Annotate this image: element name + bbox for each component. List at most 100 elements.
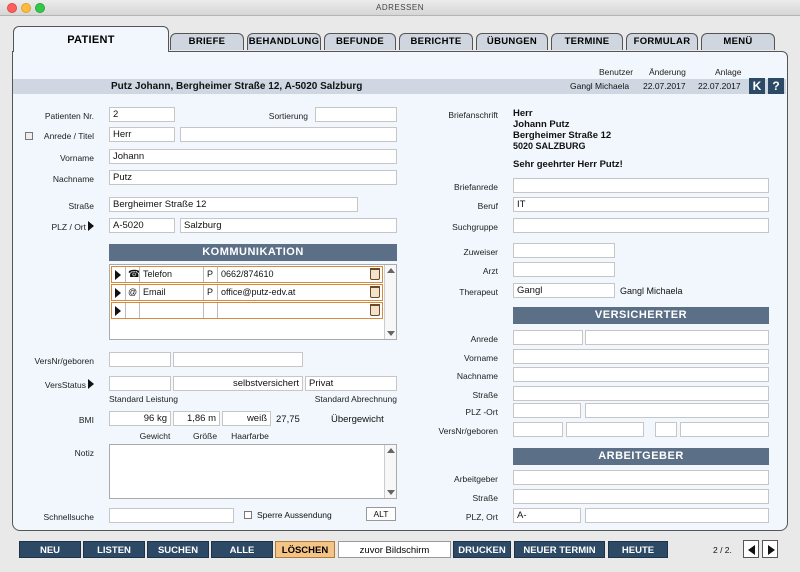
heute-button[interactable]: HEUTE	[608, 541, 668, 558]
scroll-up-icon[interactable]	[387, 448, 395, 453]
prev-record-button[interactable]	[743, 540, 759, 558]
row-handle[interactable]	[112, 285, 126, 300]
tab-formular[interactable]: FORMULAR	[626, 33, 698, 50]
listen-button[interactable]: LISTEN	[83, 541, 145, 558]
vers-ort-field[interactable]	[585, 403, 769, 418]
versnr-field[interactable]	[109, 352, 171, 367]
schnellsuche-field[interactable]	[109, 508, 234, 523]
sortierung-label: Sortierung	[268, 111, 308, 121]
groesse-field[interactable]: 1,86 m	[173, 411, 220, 426]
tab-berichte[interactable]: BERICHTE	[399, 33, 473, 50]
komm-value[interactable]: office@putz-edv.at	[218, 285, 368, 300]
sperre-aussendung-checkbox[interactable]	[244, 511, 252, 519]
tab-patient[interactable]: PATIENT	[13, 26, 169, 52]
alt-button[interactable]: ALT	[366, 507, 396, 521]
scroll-down-icon[interactable]	[387, 331, 395, 336]
ag-strasse-field[interactable]	[513, 489, 769, 504]
gewicht-field[interactable]: 96 kg	[109, 411, 171, 426]
haarfarbe-field[interactable]: weiß	[222, 411, 271, 426]
neuer-termin-button[interactable]: NEUER TERMIN	[514, 541, 605, 558]
neu-button[interactable]: NEU	[19, 541, 81, 558]
help-button[interactable]: ?	[768, 78, 784, 94]
abrechnung-field[interactable]: Privat	[305, 376, 397, 391]
vers-plz-field[interactable]	[513, 403, 581, 418]
tab-termine[interactable]: TERMINE	[551, 33, 623, 50]
vers-titel-field[interactable]	[585, 330, 769, 345]
zuweiser-field[interactable]	[513, 243, 615, 258]
row-arrow-icon	[115, 288, 121, 298]
vers-nachname-field[interactable]	[513, 367, 769, 382]
vers-versnr-field[interactable]	[513, 422, 563, 437]
header-aenderung: 22.07.2017	[643, 81, 686, 91]
plz-lookup-arrow-icon[interactable]	[88, 221, 94, 231]
brief-line: Bergheimer Straße 12	[513, 130, 612, 141]
header-benutzer: Gangl Michaela	[570, 81, 630, 91]
ag-plz-field[interactable]: A-	[513, 508, 581, 523]
vers-anrede-label: Anrede	[470, 334, 498, 344]
header-col-anlage: Anlage	[715, 67, 742, 77]
trash-icon[interactable]	[370, 268, 380, 280]
arzt-field[interactable]	[513, 262, 615, 277]
header-anlage: 22.07.2017	[698, 81, 741, 91]
tab-uebungen[interactable]: ÜBUNGEN	[476, 33, 548, 50]
versstatus-arrow-icon[interactable]	[88, 379, 94, 389]
next-record-button[interactable]	[762, 540, 778, 558]
vers-anrede-field[interactable]	[513, 330, 583, 345]
sortierung-field[interactable]	[315, 107, 397, 122]
plz-field[interactable]: A-5020	[109, 218, 175, 233]
versstatus-text-field[interactable]: selbstversichert	[173, 376, 303, 391]
scroll-down-icon[interactable]	[387, 490, 395, 495]
strasse-field[interactable]: Bergheimer Straße 12	[109, 197, 358, 212]
briefanrede-field[interactable]	[513, 178, 769, 193]
tab-briefe[interactable]: BRIEFE	[170, 33, 244, 50]
notiz-label: Notiz	[74, 448, 94, 458]
vers-extra-field[interactable]	[655, 422, 677, 437]
suchgruppe-field[interactable]	[513, 218, 769, 233]
komm-value[interactable]: 0662/874610	[218, 267, 368, 282]
tab-behandlung[interactable]: BEHANDLUNG	[247, 33, 321, 50]
alle-button[interactable]: ALLE	[211, 541, 273, 558]
notiz-scrollbar[interactable]	[384, 445, 396, 498]
suchen-button[interactable]: SUCHEN	[147, 541, 209, 558]
row-handle[interactable]	[112, 303, 126, 318]
ort-field[interactable]: Salzburg	[180, 218, 397, 233]
therapeut-field[interactable]: Gangl	[513, 283, 615, 298]
vers-extra2-field[interactable]	[680, 422, 769, 437]
loeschen-button[interactable]: LÖSCHEN	[275, 541, 335, 558]
vers-vorname-field[interactable]	[513, 349, 769, 364]
briefanschrift-label: Briefanschrift	[448, 110, 498, 120]
ag-strasse-label: Straße	[472, 493, 498, 503]
nachname-field[interactable]: Putz	[109, 170, 397, 185]
komm-scrollbar[interactable]	[384, 265, 396, 339]
komm-type: Telefon	[140, 267, 204, 282]
komm-row[interactable]	[111, 302, 383, 319]
vorname-field[interactable]: Johann	[109, 149, 397, 164]
trash-icon[interactable]	[370, 286, 380, 298]
notiz-textarea[interactable]	[109, 444, 397, 499]
trash-icon[interactable]	[370, 304, 380, 316]
komm-flag: P	[204, 267, 218, 282]
vers-strasse-field[interactable]	[513, 386, 769, 401]
versstatus-field[interactable]	[109, 376, 171, 391]
ag-plz-label: PLZ, Ort	[465, 512, 498, 522]
anrede-field[interactable]: Herr	[109, 127, 175, 142]
k-button[interactable]: K	[749, 78, 765, 94]
titel-field[interactable]	[180, 127, 397, 142]
komm-value[interactable]	[218, 303, 368, 318]
vers-geboren-field[interactable]	[566, 422, 644, 437]
beruf-field[interactable]: IT	[513, 197, 769, 212]
row-handle[interactable]	[112, 267, 126, 282]
email-icon: @	[126, 285, 140, 300]
komm-row[interactable]: @ Email P office@putz-edv.at	[111, 284, 383, 301]
tab-menue[interactable]: MENÜ	[701, 33, 775, 50]
patienten-nr-field[interactable]: 2	[109, 107, 175, 122]
ag-ort-field[interactable]	[585, 508, 769, 523]
tab-befunde[interactable]: BEFUNDE	[324, 33, 396, 50]
komm-row[interactable]: ☎ Telefon P 0662/874610	[111, 266, 383, 283]
scroll-up-icon[interactable]	[387, 268, 395, 273]
brief-line: 5020 SALZBURG	[513, 141, 586, 151]
zuvor-bildschirm-button[interactable]: zuvor Bildschirm	[338, 541, 451, 558]
arbeitgeber-field[interactable]	[513, 470, 769, 485]
geboren-field[interactable]	[173, 352, 303, 367]
drucken-button[interactable]: DRUCKEN	[453, 541, 511, 558]
